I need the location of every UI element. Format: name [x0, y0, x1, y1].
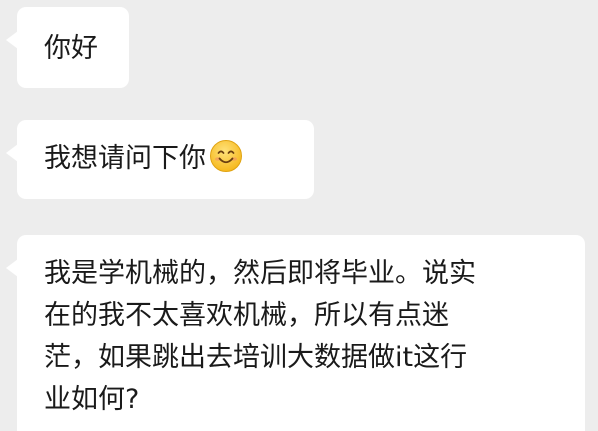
- message-text-line: 业如何?: [44, 384, 140, 415]
- message-bubble-greeting[interactable]: 你好: [6, 7, 129, 88]
- message-text-line: 我是学机械的，然后即将毕业。说实: [44, 258, 476, 289]
- message-text-line: 在的我不太喜欢机械，所以有点迷: [44, 300, 449, 331]
- message-text: 我想请问下你: [44, 143, 206, 174]
- smiling-face-emoji-icon: [210, 140, 242, 172]
- chat-conversation: 你好 我想请问下你 我是学机械的，然后即将毕业。说实 在的我不太喜欢机械，所以有…: [0, 0, 598, 431]
- message-text-line: 我想请问下你: [44, 138, 292, 180]
- message-text-line: 茫，如果跳出去培训大数据做it这行: [44, 342, 468, 373]
- message-bubble-question-intro[interactable]: 我想请问下你: [6, 120, 314, 199]
- message-bubble-career-question[interactable]: 我是学机械的，然后即将毕业。说实 在的我不太喜欢机械，所以有点迷 茫，如果跳出去…: [6, 235, 585, 431]
- message-text: 你好: [44, 33, 98, 64]
